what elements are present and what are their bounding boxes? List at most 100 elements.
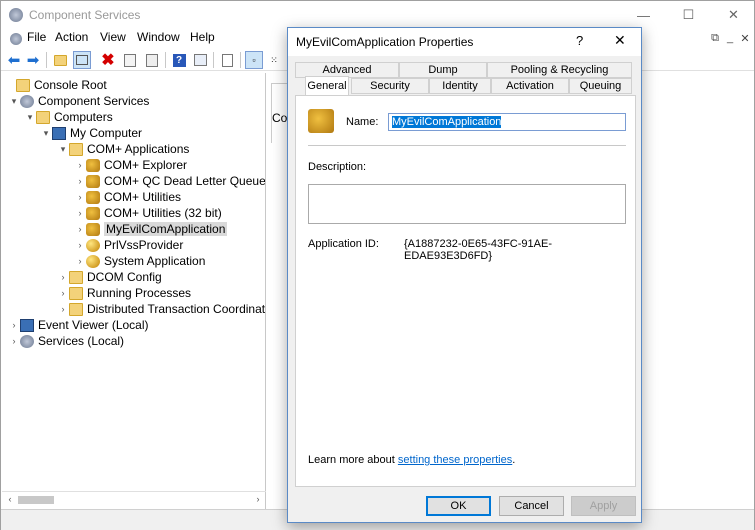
tree-item[interactable]: › Services (Local) <box>8 333 125 349</box>
expand-chevron-icon[interactable]: › <box>57 304 69 314</box>
tree-pane: Console Root ▾ Component Services ▾ Computer… <box>2 73 266 509</box>
cancel-button[interactable]: Cancel <box>499 496 564 516</box>
menu-window[interactable]: Window <box>137 30 180 44</box>
divider <box>308 145 626 146</box>
tree-item[interactable]: › COM+ Explorer <box>74 157 188 173</box>
large-icons-view-icon[interactable]: ▫ <box>245 51 263 69</box>
name-field[interactable]: MyEvilComApplication <box>388 113 626 131</box>
expand-chevron-icon[interactable]: › <box>74 224 86 234</box>
tree-item[interactable]: › PrlVssProvider <box>74 237 184 253</box>
tree-item-label: Event Viewer (Local) <box>38 318 149 332</box>
component-icon <box>86 190 100 204</box>
expand-chevron-icon[interactable]: › <box>74 176 86 186</box>
show-hide-tree-icon[interactable] <box>73 51 91 69</box>
mdi-restore-icon[interactable]: ⧉ <box>708 31 722 45</box>
event-viewer-icon <box>20 318 34 332</box>
mdi-close-icon[interactable]: ✕ <box>738 31 752 45</box>
window-title: Component Services <box>29 8 141 22</box>
tree-item[interactable]: › COM+ QC Dead Letter Queue Lis <box>74 173 266 189</box>
tab-dump[interactable]: Dump <box>399 62 487 78</box>
folder-icon <box>69 286 83 300</box>
refresh-icon[interactable] <box>143 51 161 69</box>
expand-chevron-icon[interactable]: › <box>74 256 86 266</box>
collapse-chevron-icon[interactable]: ▾ <box>24 112 36 123</box>
tree-item[interactable]: › COM+ Utilities <box>74 189 182 205</box>
tree-item-label: COM+ Explorer <box>104 158 188 172</box>
new-icon[interactable] <box>218 51 236 69</box>
minimize-button[interactable]: — <box>621 1 666 29</box>
tree-item[interactable]: › DCOM Config <box>57 269 162 285</box>
delete-icon[interactable]: ✖ <box>99 51 117 69</box>
tree-item-label: COM+ Applications <box>87 142 190 156</box>
tree-item-label: Computers <box>54 110 113 124</box>
gear-icon <box>20 334 34 348</box>
back-arrow-icon[interactable]: ⬅ <box>5 51 23 69</box>
menu-file[interactable]: File <box>27 30 46 44</box>
component-icon <box>86 158 100 172</box>
up-folder-icon[interactable] <box>51 51 69 69</box>
expand-chevron-icon[interactable]: › <box>74 208 86 218</box>
tree-item-label: COM+ Utilities <box>104 190 182 204</box>
tab-security[interactable]: Security <box>351 78 429 94</box>
expand-chevron-icon[interactable]: › <box>8 320 20 330</box>
learn-more-link[interactable]: setting these properties <box>398 454 512 466</box>
tree-item-label: MyEvilComApplication <box>104 222 228 236</box>
close-button[interactable]: ✕ <box>711 1 755 29</box>
expand-chevron-icon[interactable]: › <box>74 240 86 250</box>
tree-horizontal-scrollbar[interactable]: ‹ › <box>2 491 266 508</box>
name-label: Name: <box>346 116 379 128</box>
tree-item[interactable]: › Distributed Transaction Coordinator <box>57 301 266 317</box>
small-icons-view-icon[interactable]: ⁙ <box>265 51 283 69</box>
gear-icon <box>20 94 34 108</box>
scroll-left-icon[interactable]: ‹ <box>4 494 16 506</box>
scroll-right-icon[interactable]: › <box>252 494 264 506</box>
menu-action[interactable]: Action <box>55 30 88 44</box>
tree-item[interactable]: ▾ Component Services <box>8 93 150 109</box>
expand-chevron-icon[interactable]: › <box>57 272 69 282</box>
expand-chevron-icon[interactable]: › <box>74 160 86 170</box>
properties-icon[interactable] <box>121 51 139 69</box>
tree-item[interactable]: › Running Processes <box>57 285 192 301</box>
help-icon[interactable]: ? <box>170 51 188 69</box>
tree-item-label: My Computer <box>70 126 143 140</box>
collapse-chevron-icon[interactable]: ▾ <box>8 96 20 107</box>
component-services-icon <box>9 8 23 22</box>
tree-item[interactable]: › MyEvilComApplication <box>74 221 228 237</box>
maximize-button[interactable]: ☐ <box>666 1 711 29</box>
tab-queuing[interactable]: Queuing <box>569 78 632 94</box>
ok-button[interactable]: OK <box>426 496 491 516</box>
expand-chevron-icon[interactable]: › <box>57 288 69 298</box>
tree-item-label: Running Processes <box>87 286 192 300</box>
help-button[interactable]: ? <box>576 33 583 48</box>
dialog-title-bar: MyEvilComApplication Properties ? ✕ <box>288 28 641 56</box>
tree-item[interactable]: ▾ COM+ Applications <box>57 141 190 157</box>
mdi-minimize-icon[interactable]: _ <box>723 31 737 45</box>
tab-identity[interactable]: Identity <box>429 78 491 94</box>
expand-chevron-icon[interactable]: › <box>74 192 86 202</box>
tree-item-label: COM+ QC Dead Letter Queue Lis <box>104 174 266 188</box>
title-bar: Component Services — ☐ ✕ <box>1 1 754 29</box>
collapse-chevron-icon[interactable]: ▾ <box>40 128 52 139</box>
dialog-close-button[interactable]: ✕ <box>614 32 626 49</box>
tree-item[interactable]: ▾ My Computer <box>40 125 142 141</box>
tree-item[interactable]: › COM+ Utilities (32 bit) <box>74 205 222 221</box>
collapse-chevron-icon[interactable]: ▾ <box>57 144 69 155</box>
tree-item[interactable]: › System Application <box>74 253 206 269</box>
export-list-icon[interactable] <box>191 51 209 69</box>
menu-help[interactable]: Help <box>190 30 215 44</box>
tree-item[interactable]: › Event Viewer (Local) <box>8 317 149 333</box>
description-label: Description: <box>308 161 367 173</box>
tree-item[interactable]: Console Root <box>4 77 107 93</box>
scroll-thumb[interactable] <box>18 496 54 504</box>
tree-item[interactable]: ▾ Computers <box>24 109 113 125</box>
forward-arrow-icon[interactable]: ➡ <box>24 51 42 69</box>
mmc-doc-icon[interactable] <box>7 30 25 48</box>
tab-pooling-recycling[interactable]: Pooling & Recycling <box>487 62 632 78</box>
menu-view[interactable]: View <box>100 30 126 44</box>
description-field[interactable] <box>308 184 626 224</box>
apply-button[interactable]: Apply <box>571 496 636 516</box>
tab-general[interactable]: General <box>305 76 349 95</box>
folder-icon <box>16 78 30 92</box>
expand-chevron-icon[interactable]: › <box>8 336 20 346</box>
tab-activation[interactable]: Activation <box>491 78 569 94</box>
